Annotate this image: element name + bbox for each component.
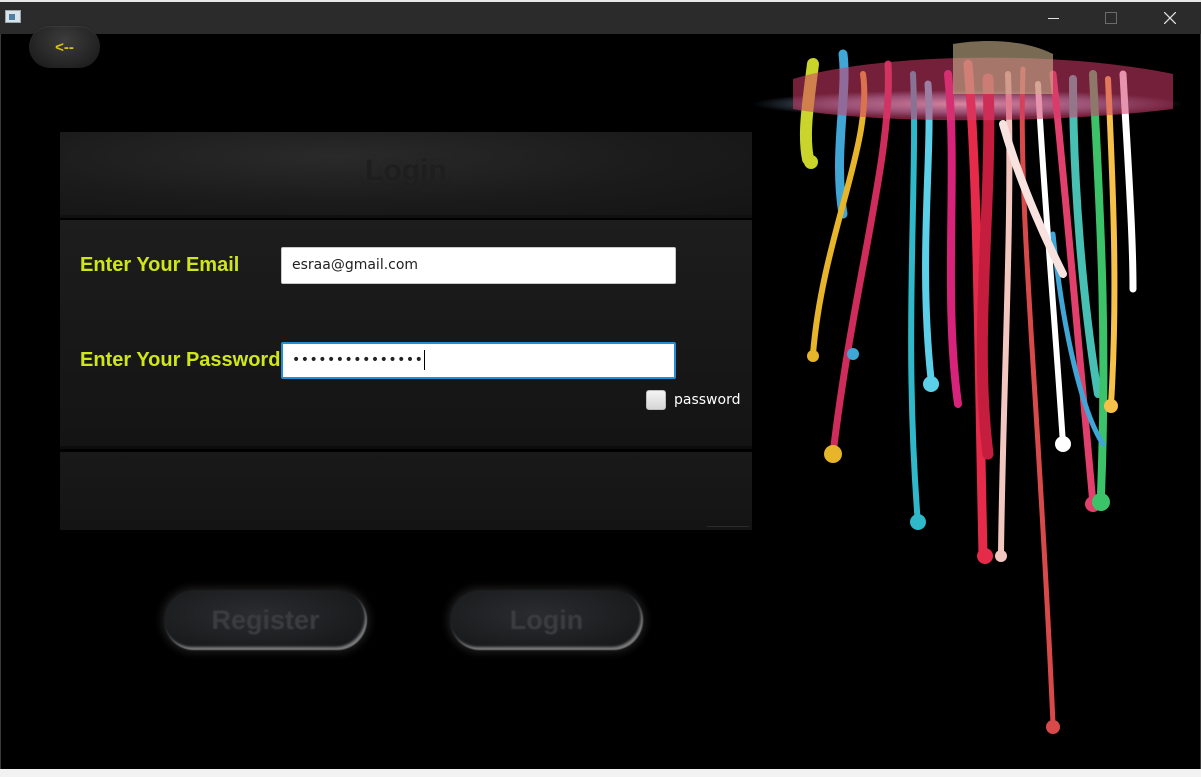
maximize-icon bbox=[1105, 12, 1117, 24]
login-panel-footer bbox=[60, 452, 752, 530]
maximize-button[interactable] bbox=[1082, 2, 1140, 34]
email-field[interactable]: esraa@gmail.com bbox=[281, 247, 676, 284]
password-masked-value: ••••••••••••••• bbox=[292, 352, 424, 368]
paint-drip-artwork bbox=[753, 41, 1183, 734]
login-button[interactable]: Login bbox=[450, 590, 643, 650]
show-password-label: password bbox=[674, 392, 741, 408]
app-icon bbox=[5, 10, 21, 23]
email-label: Enter Your Email bbox=[80, 254, 240, 276]
window-titlebar bbox=[0, 0, 1201, 34]
login-panel-title: Login bbox=[365, 154, 447, 187]
window-bottom-border bbox=[0, 769, 1201, 777]
login-panel-header: Login bbox=[60, 132, 752, 218]
close-icon bbox=[1164, 12, 1176, 24]
register-button[interactable]: Register bbox=[164, 590, 367, 650]
close-button[interactable] bbox=[1141, 2, 1199, 34]
password-field[interactable]: ••••••••••••••• bbox=[281, 342, 676, 379]
back-button[interactable]: <-- bbox=[29, 26, 100, 68]
show-password-checkbox[interactable] bbox=[646, 390, 666, 410]
minimize-button[interactable] bbox=[1024, 2, 1082, 34]
text-caret bbox=[424, 350, 426, 370]
password-label: Enter Your Password bbox=[80, 349, 281, 371]
minimize-icon bbox=[1047, 17, 1059, 19]
